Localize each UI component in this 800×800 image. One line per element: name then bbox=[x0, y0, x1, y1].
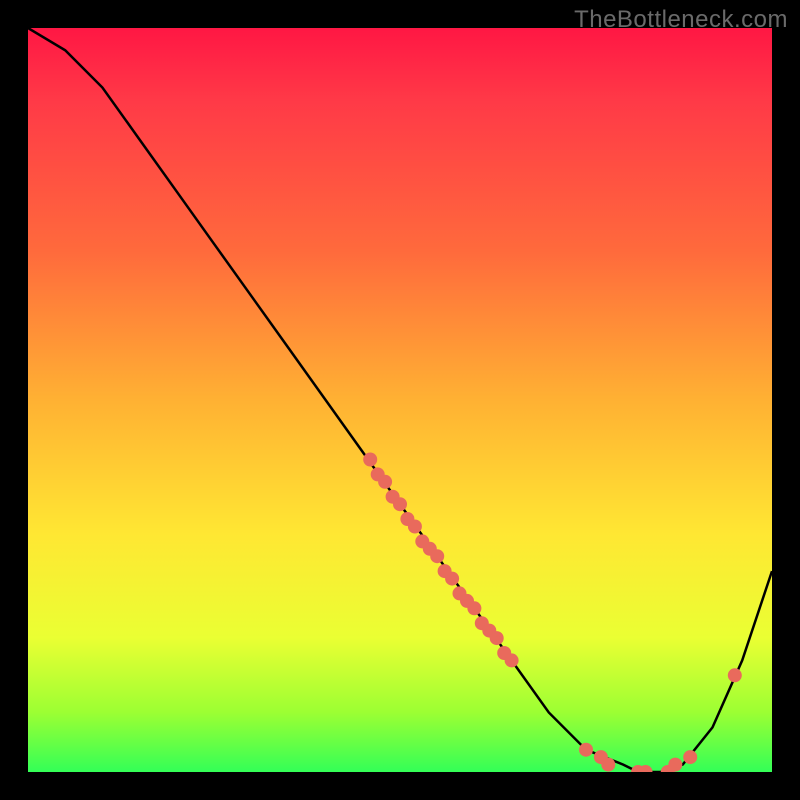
data-point bbox=[497, 646, 511, 660]
data-point bbox=[460, 594, 474, 608]
data-point bbox=[482, 624, 496, 638]
data-point bbox=[728, 668, 742, 682]
data-point bbox=[505, 653, 519, 667]
data-point bbox=[631, 765, 645, 772]
data-point bbox=[661, 765, 675, 772]
data-point bbox=[475, 616, 489, 630]
data-point bbox=[378, 475, 392, 489]
data-point bbox=[453, 586, 467, 600]
chart-svg bbox=[28, 28, 772, 772]
data-point bbox=[579, 743, 593, 757]
curve-line bbox=[28, 28, 772, 772]
data-point bbox=[594, 750, 608, 764]
data-point bbox=[423, 542, 437, 556]
chart-frame: TheBottleneck.com bbox=[0, 0, 800, 800]
data-point bbox=[438, 564, 452, 578]
data-point bbox=[683, 750, 697, 764]
data-point bbox=[639, 765, 653, 772]
data-point bbox=[668, 758, 682, 772]
plot-area bbox=[28, 28, 772, 772]
data-point bbox=[386, 490, 400, 504]
data-point bbox=[601, 758, 615, 772]
data-point bbox=[363, 453, 377, 467]
data-point bbox=[445, 572, 459, 586]
data-point bbox=[400, 512, 414, 526]
data-point bbox=[408, 520, 422, 534]
data-point bbox=[415, 534, 429, 548]
data-point bbox=[393, 497, 407, 511]
data-point bbox=[467, 601, 481, 615]
data-points bbox=[363, 453, 742, 773]
data-point bbox=[490, 631, 504, 645]
data-point bbox=[430, 549, 444, 563]
data-point bbox=[371, 467, 385, 481]
